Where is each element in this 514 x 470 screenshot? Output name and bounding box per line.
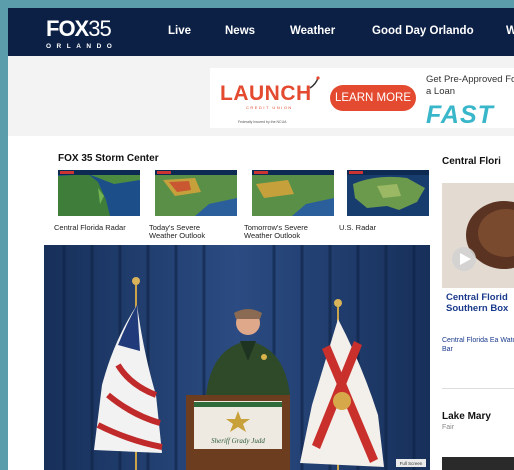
weather-city[interactable]: Lake Mary <box>442 411 491 422</box>
video-corner-label: Full Screen <box>400 461 423 466</box>
launch-ad-banner[interactable]: LAUNCH CREDIT UNION Federally Insured by… <box>210 68 514 128</box>
thumb-caption[interactable]: Tomorrow's Severe Weather Outlook <box>244 224 324 240</box>
right-rail-video-thumb[interactable] <box>442 183 514 288</box>
thumb-central-florida-radar[interactable] <box>58 170 140 216</box>
severe-outlook-map-image <box>252 170 334 216</box>
site-header: FOX35 ORLANDO Live News Weather Good Day… <box>8 8 514 56</box>
video-player[interactable]: Sheriff Grady Judd Full Screen <box>44 245 430 470</box>
right-rail-subhead[interactable]: Central Florida Ea Watch Bar <box>442 336 514 354</box>
radar-map-image <box>58 170 140 216</box>
browser-page: FOX35 ORLANDO Live News Weather Good Day… <box>8 8 514 470</box>
severe-outlook-map-image <box>155 170 237 216</box>
us-radar-map-image <box>347 170 429 216</box>
ad-headline: Get Pre-Approved For a Loan <box>426 74 514 97</box>
video-frame-image: Sheriff Grady Judd Full Screen <box>44 245 430 470</box>
logo-brand: FOX <box>46 16 89 41</box>
ad-brand-sub: CREDIT UNION <box>246 105 293 110</box>
right-rail-divider <box>442 388 514 389</box>
nav-weather[interactable]: Weather <box>290 25 335 37</box>
ad-fine-print: Federally Insured by the NCUA <box>238 120 287 124</box>
nav-good-day-orlando[interactable]: Good Day Orlando <box>372 25 474 37</box>
logo-city: ORLANDO <box>46 43 118 50</box>
thumb-todays-severe-outlook[interactable] <box>155 170 237 216</box>
right-rail-headline[interactable]: Central Florid Southern Box <box>446 292 514 314</box>
thumb-caption[interactable]: Central Florida Radar <box>54 224 144 232</box>
ad-learn-more-button[interactable]: LEARN MORE <box>330 85 416 111</box>
thumb-tomorrows-severe-outlook[interactable] <box>252 170 334 216</box>
ad-emphasis: FAST <box>426 101 494 128</box>
ad-brand: LAUNCH <box>220 82 312 105</box>
ad-brand-swoosh-icon <box>309 76 320 89</box>
weather-condition: Fair <box>442 424 455 431</box>
nav-live[interactable]: Live <box>168 25 191 37</box>
nav-news[interactable]: News <box>225 25 255 37</box>
nav-more[interactable]: W <box>506 25 514 37</box>
storm-center-title: FOX 35 Storm Center <box>58 153 159 164</box>
thumb-caption[interactable]: Today's Severe Weather Outlook <box>149 224 229 240</box>
logo-number: 35 <box>88 16 112 41</box>
right-rail-dark-bar[interactable] <box>442 457 514 470</box>
thumb-caption[interactable]: U.S. Radar <box>339 224 429 232</box>
thumb-us-radar[interactable] <box>347 170 429 216</box>
right-rail-title: Central Flori <box>442 156 501 167</box>
podium-sign-text: Sheriff Grady Judd <box>211 437 265 445</box>
food-thumbnail-image <box>442 183 514 288</box>
fox35-logo[interactable]: FOX35 ORLANDO <box>46 16 117 50</box>
